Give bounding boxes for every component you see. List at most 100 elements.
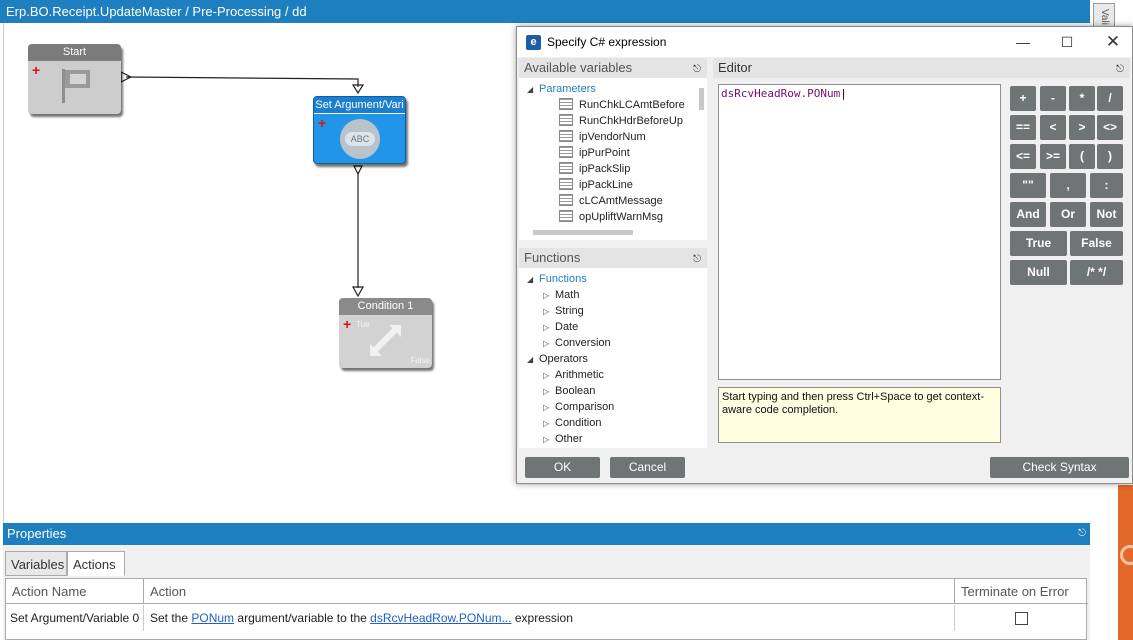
parameters-label: Parameters: [539, 83, 596, 95]
maximize-icon[interactable]: ☐: [1056, 31, 1078, 53]
check-syntax-button[interactable]: Check Syntax: [990, 457, 1129, 478]
expanded-arrow-icon: ◢: [527, 275, 534, 284]
false-branch-label: False: [410, 356, 430, 365]
add-icon[interactable]: +: [343, 317, 351, 331]
pin-icon[interactable]: ⎋: [693, 250, 701, 270]
category-label: Other: [555, 433, 583, 445]
variable-item[interactable]: cLCAmtMessage: [559, 193, 663, 209]
text-cursor: |: [840, 87, 847, 100]
expression-editor[interactable]: dsRcvHeadRow.PONum|: [718, 84, 1001, 380]
key-equals[interactable]: ==: [1010, 115, 1036, 140]
variable-label: RunChkLCAmtBefore: [579, 99, 685, 111]
column-header-terminate[interactable]: Terminate on Error: [955, 579, 1088, 604]
key-open-paren[interactable]: (: [1069, 144, 1095, 169]
functions-tree: ◢ Functions ▷ Math ▷ String ▷ Date ▷ Conversi…: [519, 268, 707, 448]
key-multiply[interactable]: *: [1069, 86, 1095, 111]
key-or[interactable]: Or: [1050, 202, 1086, 227]
branch-arrows-icon: [370, 325, 401, 356]
action-name-cell[interactable]: Set Argument/Variable 0: [6, 605, 144, 631]
set-argument-node[interactable]: Set Argument/Vari + ABC: [313, 96, 406, 164]
variable-item[interactable]: ipPurPoint: [559, 145, 630, 161]
key-minus[interactable]: -: [1040, 86, 1066, 111]
flag-icon: [62, 69, 90, 103]
argument-link[interactable]: PONum: [191, 611, 234, 625]
scroll-thumb[interactable]: [533, 230, 633, 235]
key-greater-than[interactable]: >: [1069, 115, 1095, 140]
function-category[interactable]: ▷ Date: [543, 319, 578, 335]
scroll-thumb[interactable]: [699, 88, 704, 110]
operator-category[interactable]: ▷ Condition: [543, 415, 601, 431]
function-category[interactable]: ▷ Conversion: [543, 335, 611, 351]
key-quotes[interactable]: "": [1010, 173, 1046, 198]
tree-node-operators[interactable]: ◢ Operators: [527, 351, 588, 367]
close-icon[interactable]: ✕: [1102, 31, 1124, 53]
key-greater-equal[interactable]: >=: [1040, 144, 1066, 169]
start-node[interactable]: Start +: [28, 44, 121, 114]
dialog-titlebar[interactable]: e Specify C# expression — ☐ ✕: [517, 27, 1132, 57]
function-category[interactable]: ▷ String: [543, 303, 584, 319]
app-logo-icon: e: [526, 35, 541, 50]
collapsed-arrow-icon: ▷: [543, 323, 550, 332]
expression-link[interactable]: dsRcvHeadRow.PONum...: [370, 611, 511, 625]
available-variables-header: Available variables ⎋: [519, 58, 707, 78]
tab-variables[interactable]: Variables: [5, 551, 67, 576]
variables-tree: ◢ Parameters RunChkLCAmtBefore RunChkHdrB…: [519, 78, 707, 240]
variable-item[interactable]: RunChkLCAmtBefore: [559, 97, 685, 113]
key-not-equal[interactable]: <>: [1097, 115, 1123, 140]
operator-category[interactable]: ▷ Comparison: [543, 399, 614, 415]
tree-node-parameters[interactable]: ◢ Parameters: [527, 81, 596, 97]
pin-icon[interactable]: ⎋: [1116, 60, 1124, 80]
action-text: expression: [511, 611, 573, 625]
category-label: Condition: [555, 417, 602, 429]
function-category[interactable]: ▷ Math: [543, 287, 579, 303]
key-close-paren[interactable]: ): [1097, 144, 1123, 169]
tab-actions[interactable]: Actions: [67, 551, 125, 576]
breadcrumb: Erp.BO.Receipt.UpdateMaster / Pre-Proces…: [0, 0, 1090, 23]
key-less-equal[interactable]: <=: [1010, 144, 1036, 169]
key-plus[interactable]: +: [1010, 86, 1036, 111]
properties-header: Properties ⎋: [3, 523, 1090, 545]
tree-node-functions[interactable]: ◢ Functions: [527, 271, 587, 287]
key-null[interactable]: Null: [1010, 260, 1067, 285]
add-icon[interactable]: +: [32, 63, 40, 77]
key-comma[interactable]: ,: [1050, 173, 1086, 198]
cancel-button[interactable]: Cancel: [610, 457, 685, 478]
key-true[interactable]: True: [1010, 231, 1067, 256]
column-header-action[interactable]: Action: [144, 579, 955, 604]
key-less-than[interactable]: <: [1040, 115, 1066, 140]
terminate-on-error-checkbox[interactable]: [1015, 612, 1028, 625]
minimize-icon[interactable]: —: [1012, 31, 1034, 53]
operator-category[interactable]: ▷ Boolean: [543, 383, 595, 399]
collapsed-arrow-icon: ▷: [543, 419, 550, 428]
key-colon[interactable]: :: [1090, 173, 1123, 198]
operator-category[interactable]: ▷ Arithmetic: [543, 367, 604, 383]
key-false[interactable]: False: [1070, 231, 1123, 256]
collapsed-arrow-icon: ▷: [543, 435, 550, 444]
operator-category[interactable]: ▷ Other: [543, 431, 583, 447]
variable-item[interactable]: RunChkHdrBeforeUp: [559, 113, 683, 129]
key-not[interactable]: Not: [1090, 202, 1123, 227]
key-and[interactable]: And: [1010, 202, 1046, 227]
properties-title: Properties: [7, 526, 67, 541]
horizontal-scrollbar[interactable]: [519, 226, 697, 238]
action-description-cell: Set the PONum argument/variable to the d…: [144, 605, 955, 631]
condition-node[interactable]: Condition 1 + Tue False: [339, 298, 432, 368]
pin-icon[interactable]: ⎋: [1078, 523, 1086, 545]
variable-item[interactable]: ipPackSlip: [559, 161, 630, 177]
add-icon[interactable]: +: [318, 116, 326, 130]
parameter-icon: [559, 210, 573, 222]
variable-item[interactable]: ipPackLine: [559, 177, 633, 193]
pin-icon[interactable]: ⎋: [693, 60, 701, 80]
key-divide[interactable]: /: [1097, 86, 1123, 111]
variable-label: opUpliftWarnMsg: [579, 211, 663, 223]
expression-text: dsRcvHeadRow.PONum: [721, 87, 841, 100]
ok-button[interactable]: OK: [525, 457, 600, 478]
category-label: Comparison: [555, 401, 615, 413]
column-header-action-name[interactable]: Action Name: [6, 579, 144, 604]
variable-item[interactable]: opUpliftWarnMsg: [559, 209, 663, 225]
variable-item[interactable]: ipVendorNum: [559, 129, 646, 145]
functions-header: Functions ⎋: [519, 248, 707, 268]
parameter-icon: [559, 98, 573, 110]
key-comment[interactable]: /* */: [1070, 260, 1123, 285]
vertical-scrollbar[interactable]: [697, 78, 707, 226]
